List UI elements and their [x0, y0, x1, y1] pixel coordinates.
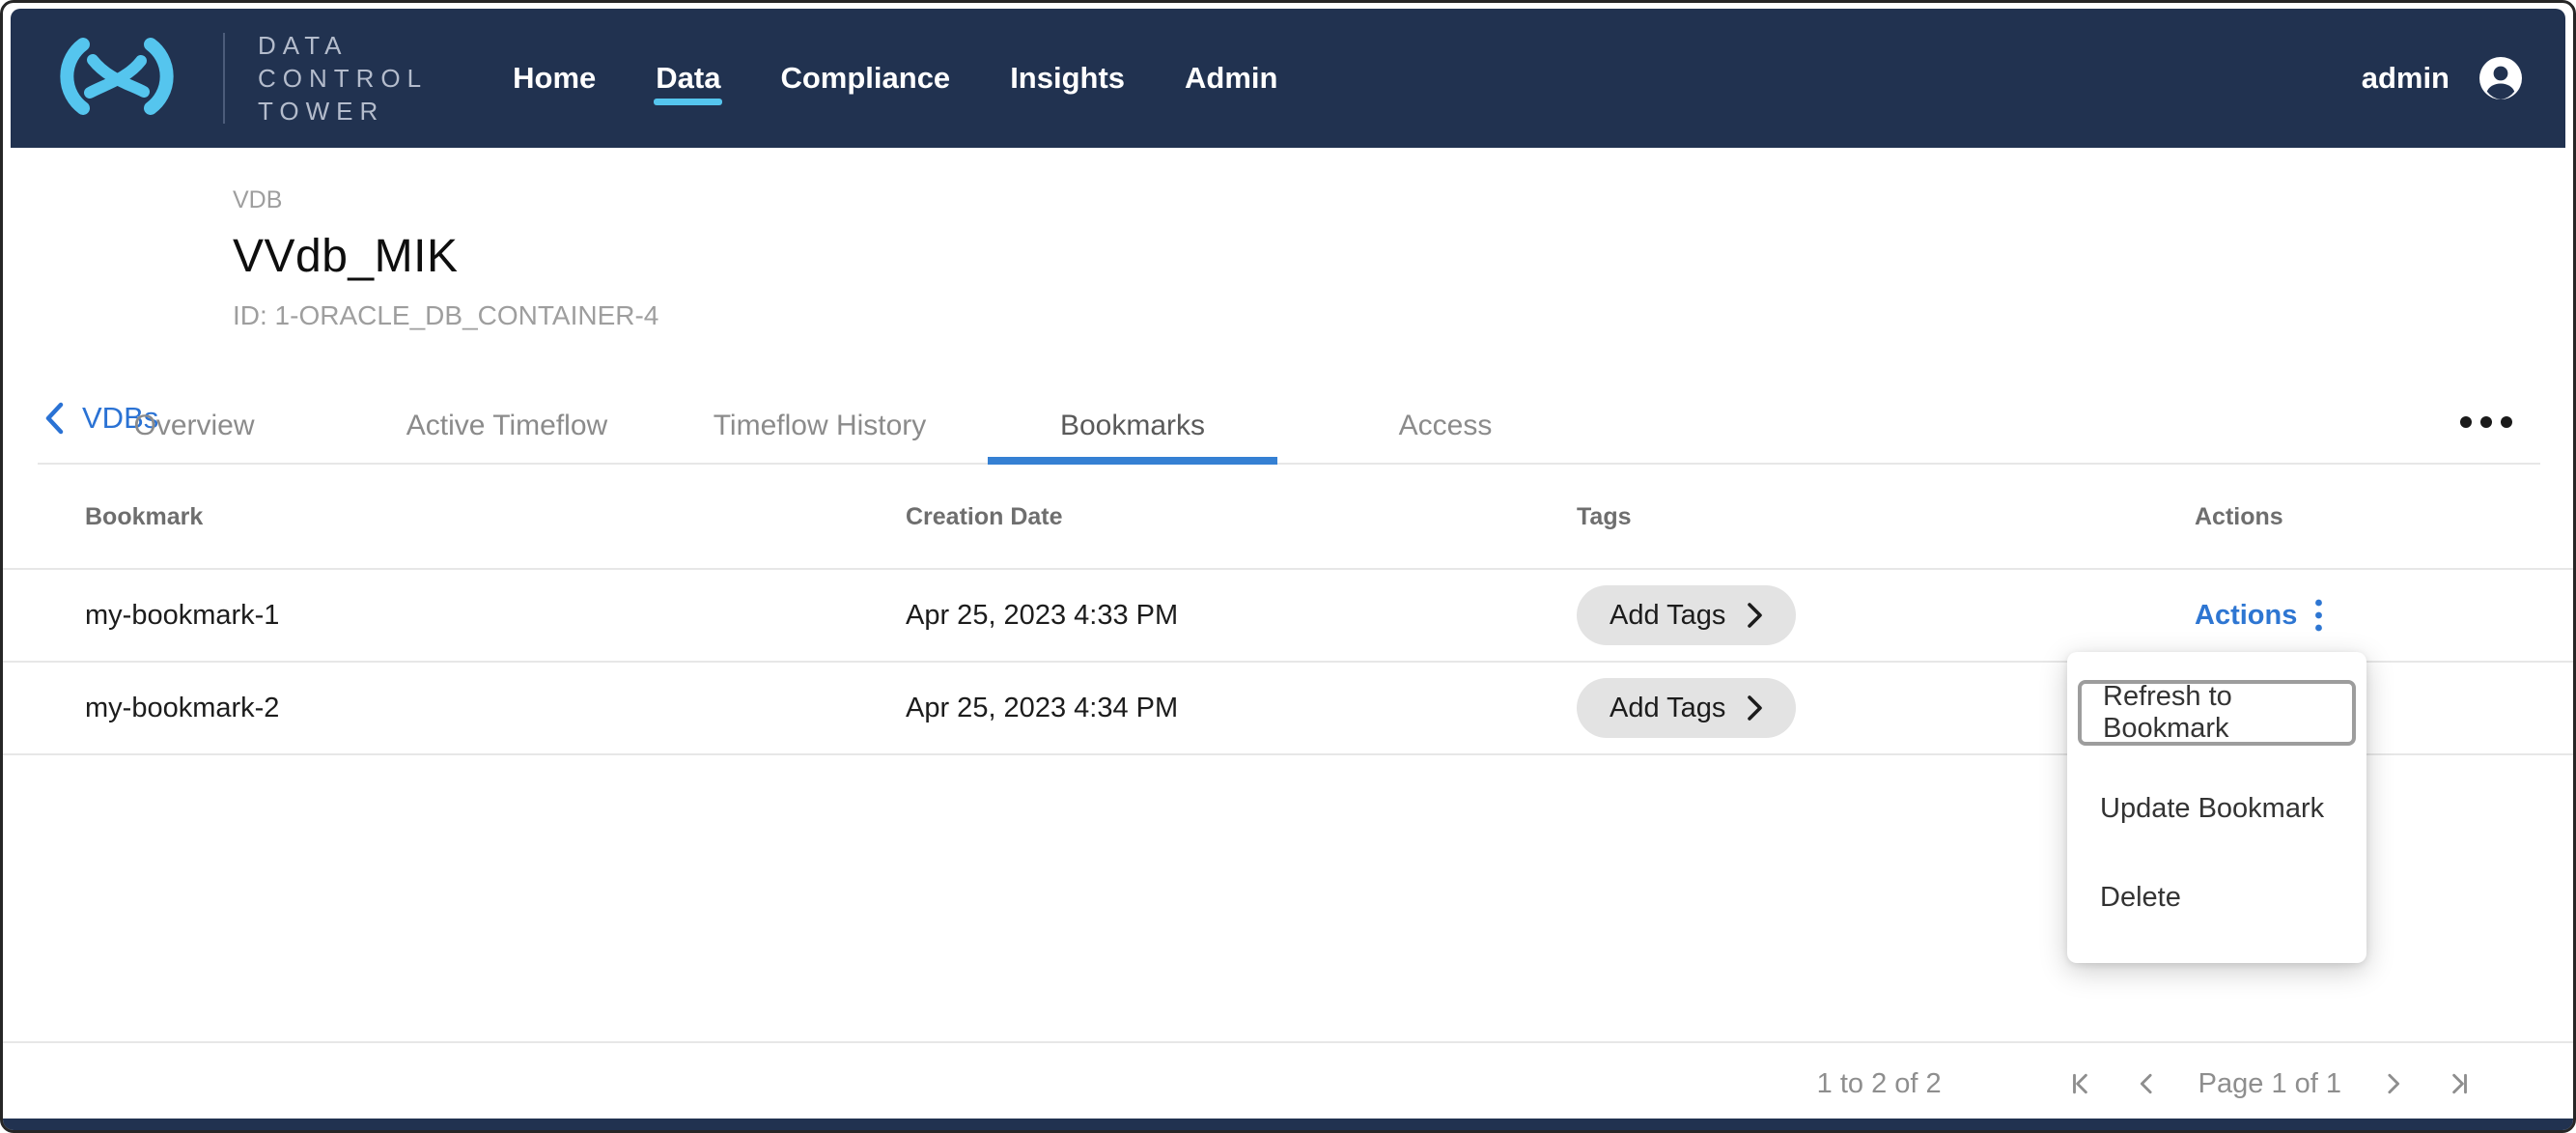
- menu-item-update-bookmark[interactable]: Update Bookmark: [2100, 793, 2366, 825]
- add-tags-label: Add Tags: [1610, 693, 1725, 724]
- tab-overview[interactable]: Overview: [38, 389, 350, 463]
- first-page-icon: [2067, 1069, 2096, 1098]
- product-wordmark: DATA CONTROL TOWER: [258, 29, 428, 127]
- actions-label: Actions: [2195, 600, 2297, 632]
- brand[interactable]: DATA CONTROL TOWER: [43, 9, 428, 148]
- chevron-right-icon: [2378, 1069, 2407, 1098]
- column-header-bookmark: Bookmark: [85, 503, 906, 531]
- app-window: DATA CONTROL TOWER Home Data Compliance …: [0, 0, 2576, 1133]
- creation-date: Apr 25, 2023 4:34 PM: [906, 693, 1577, 724]
- nav-item-home[interactable]: Home: [513, 9, 596, 148]
- bookmark-name: my-bookmark-1: [85, 600, 906, 632]
- column-header-creation-date: Creation Date: [906, 503, 1577, 531]
- account-circle-icon[interactable]: [2478, 56, 2523, 100]
- add-tags-label: Add Tags: [1610, 600, 1725, 632]
- wordmark-line: DATA: [258, 29, 428, 62]
- column-header-actions: Actions: [2127, 503, 2541, 531]
- title-block: VDB VVdb_MIK ID: 1-ORACLE_DB_CONTAINER-4: [233, 186, 658, 331]
- bottom-edge-bar: [3, 1119, 2573, 1130]
- entity-type-label: VDB: [233, 186, 658, 214]
- row-range-label: 1 to 2 of 2: [1817, 1068, 1942, 1100]
- chevron-left-icon: [2133, 1069, 2162, 1098]
- menu-item-label: Refresh to Bookmark: [2103, 681, 2352, 745]
- entity-id: ID: 1-ORACLE_DB_CONTAINER-4: [233, 300, 658, 331]
- primary-nav: Home Data Compliance Insights Admin: [513, 9, 1277, 148]
- creation-date: Apr 25, 2023 4:33 PM: [906, 600, 1577, 632]
- first-page-button[interactable]: [2067, 1069, 2096, 1098]
- chevron-right-icon: [1747, 602, 1763, 629]
- wordmark-line: TOWER: [258, 95, 428, 127]
- menu-item-refresh-to-bookmark[interactable]: Refresh to Bookmark: [2078, 680, 2356, 746]
- page-title: VVdb_MIK: [233, 230, 658, 283]
- table-row: my-bookmark-1 Apr 25, 2023 4:33 PM Add T…: [3, 570, 2573, 663]
- tab-active-timeflow[interactable]: Active Timeflow: [350, 389, 663, 463]
- actions-dropdown-menu: Refresh to Bookmark Update Bookmark Dele…: [2067, 652, 2366, 963]
- last-page-icon: [2444, 1069, 2473, 1098]
- kebab-menu-icon: [2314, 598, 2323, 633]
- next-page-button[interactable]: [2378, 1069, 2407, 1098]
- add-tags-button[interactable]: Add Tags: [1577, 678, 1796, 738]
- user-menu[interactable]: admin: [2362, 56, 2523, 100]
- tab-bookmarks[interactable]: Bookmarks: [976, 389, 1289, 463]
- delphix-logo-icon: [43, 33, 190, 125]
- last-page-button[interactable]: [2444, 1069, 2473, 1098]
- nav-item-compliance[interactable]: Compliance: [780, 9, 950, 148]
- tab-bar: Overview Active Timeflow Timeflow Histor…: [38, 389, 2540, 465]
- username-label: admin: [2362, 61, 2450, 96]
- tab-timeflow-history[interactable]: Timeflow History: [663, 389, 976, 463]
- chevron-right-icon: [1747, 694, 1763, 722]
- add-tags-button[interactable]: Add Tags: [1577, 585, 1796, 645]
- nav-item-admin[interactable]: Admin: [1185, 9, 1277, 148]
- wordmark-line: CONTROL: [258, 62, 428, 95]
- column-header-tags: Tags: [1577, 503, 2127, 531]
- brand-divider: [223, 33, 225, 124]
- menu-item-delete[interactable]: Delete: [2100, 882, 2366, 914]
- page-indicator-label: Page 1 of 1: [2198, 1068, 2341, 1100]
- main-navbar: DATA CONTROL TOWER Home Data Compliance …: [11, 9, 2565, 148]
- table-header-row: Bookmark Creation Date Tags Actions: [3, 467, 2573, 570]
- nav-item-data[interactable]: Data: [656, 9, 720, 148]
- page-header: VDBs VDB VVdb_MIK ID: 1-ORACLE_DB_CONTAI…: [3, 148, 2573, 389]
- pagination-bar: 1 to 2 of 2 Page 1 of 1: [3, 1041, 2573, 1124]
- bookmark-name: my-bookmark-2: [85, 693, 906, 724]
- tab-access[interactable]: Access: [1289, 389, 1602, 463]
- previous-page-button[interactable]: [2133, 1069, 2162, 1098]
- row-actions-button[interactable]: Actions: [2195, 598, 2323, 633]
- nav-item-insights[interactable]: Insights: [1010, 9, 1125, 148]
